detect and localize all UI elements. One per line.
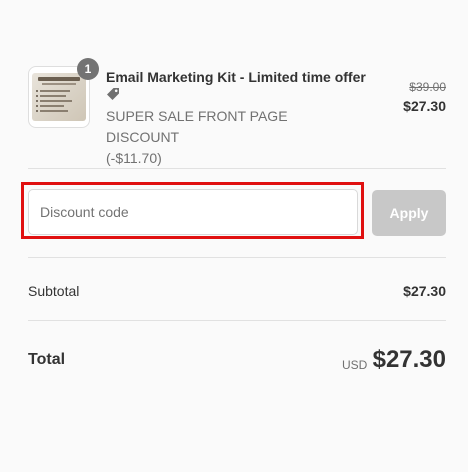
product-title: Email Marketing Kit - Limited time offer <box>106 69 366 85</box>
total-amount: $27.30 <box>372 346 446 373</box>
product-price: $27.30 <box>403 98 446 114</box>
discount-amount: (-$11.70) <box>106 150 162 166</box>
total-label: Total <box>28 351 66 368</box>
apply-button[interactable]: Apply <box>372 190 446 236</box>
divider <box>28 168 446 169</box>
quantity-badge: 1 <box>77 58 99 80</box>
product-thumbnail: 1 <box>28 58 99 128</box>
subtotal-label: Subtotal <box>28 283 80 299</box>
divider <box>28 320 446 321</box>
original-price: $39.00 <box>409 80 446 94</box>
tag-icon <box>107 87 119 100</box>
product-line-item: 1 Email Marketing Kit - Limited time off… <box>28 58 446 166</box>
product-image <box>32 73 86 121</box>
discount-tag <box>106 85 120 103</box>
currency-code: USD <box>342 358 368 372</box>
subtotal-value: $27.30 <box>403 283 446 299</box>
discount-code-input[interactable] <box>28 189 358 235</box>
discount-name: SUPER SALE FRONT PAGE DISCOUNT <box>106 108 288 145</box>
discount-description: SUPER SALE FRONT PAGE DISCOUNT (-$11.70) <box>106 106 356 169</box>
divider <box>28 257 446 258</box>
